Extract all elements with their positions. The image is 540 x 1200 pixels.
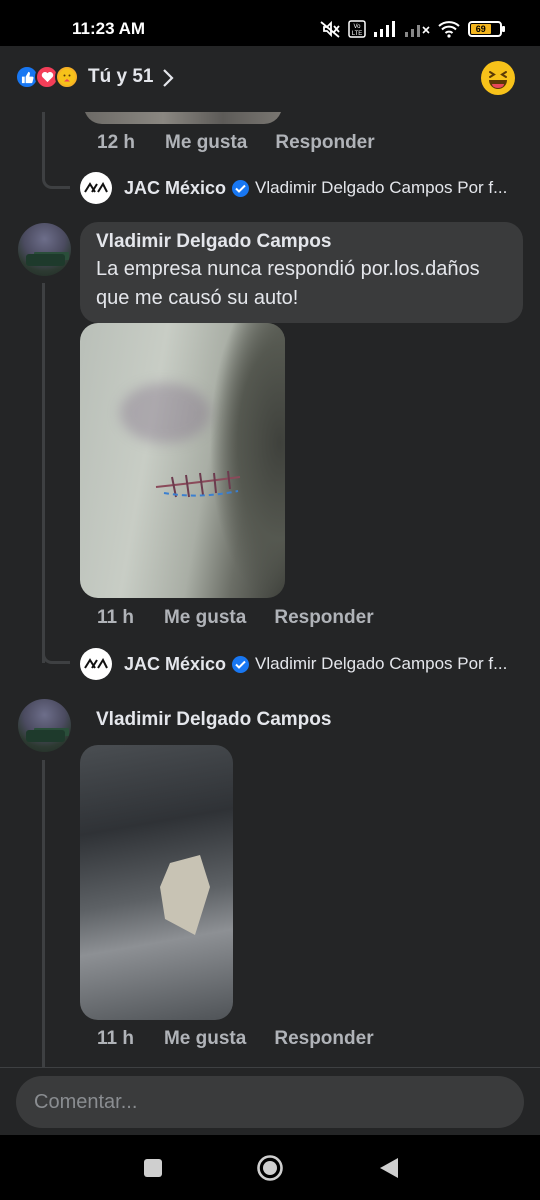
volte-icon: VoLTE (348, 20, 366, 38)
reply-button[interactable]: Responder (274, 1028, 373, 1050)
battery-level: 69 (471, 24, 491, 34)
comment-photo[interactable] (80, 323, 285, 598)
signal-2-icon (405, 25, 430, 37)
system-nav-bar (0, 1135, 540, 1200)
svg-text:Vo: Vo (353, 24, 361, 30)
back-button[interactable] (376, 1155, 402, 1181)
home-button[interactable] (256, 1154, 284, 1182)
battery-icon: 69 (468, 21, 505, 37)
avatar[interactable] (18, 699, 71, 752)
comment-composer (0, 1067, 540, 1135)
verified-badge-icon (232, 179, 250, 197)
comment-text: La empresa nunca respondió por.los.daños… (96, 258, 480, 309)
thread-line (42, 760, 45, 1067)
reply-preview[interactable]: JAC México Vladimir Delgado Campos Por f… (80, 648, 507, 680)
status-time: 11:23 AM (72, 19, 146, 38)
like-button[interactable]: Me gusta (164, 1028, 246, 1050)
laughing-emoji-icon[interactable] (481, 61, 515, 95)
reply-preview-text: Vladimir Delgado Campos Por f... (255, 178, 508, 197)
care-icon (55, 65, 79, 89)
reply-author[interactable]: JAC México (124, 178, 226, 199)
comment-time: 11 h (97, 607, 134, 628)
thread-connector (42, 112, 70, 189)
status-bar: 11:23 AM Vo LTE 69 (0, 0, 540, 46)
comment-meta: 11 h Me gusta Responder (97, 1028, 374, 1050)
reply-button[interactable]: Responder (275, 132, 374, 154)
comment-author[interactable]: Vladimir Delgado Campos (96, 231, 507, 253)
comment-time: 11 h (97, 1028, 134, 1049)
reply-author[interactable]: JAC México (124, 654, 226, 675)
avatar[interactable] (18, 223, 71, 276)
jac-logo-icon (80, 172, 112, 204)
comment-input[interactable] (16, 1076, 524, 1128)
comment-photo[interactable] (80, 745, 233, 1020)
like-button[interactable]: Me gusta (165, 132, 247, 154)
reply-preview[interactable]: JAC México Vladimir Delgado Campos Por f… (80, 172, 507, 204)
reply-button[interactable]: Responder (274, 607, 373, 629)
comment-meta: 12 h Me gusta Responder (97, 132, 375, 154)
reply-preview-text: Vladimir Delgado Campos Por f... (255, 654, 508, 673)
comment-meta: 11 h Me gusta Responder (97, 607, 374, 629)
wifi-icon (438, 21, 460, 38)
reactions-header[interactable]: Tú y 51 (0, 46, 540, 112)
reaction-summary[interactable]: Tú y 51 (88, 66, 153, 88)
like-button[interactable]: Me gusta (164, 607, 246, 629)
reaction-icons (15, 65, 79, 89)
chevron-right-icon[interactable] (162, 68, 174, 88)
signal-icon (374, 21, 395, 37)
thread-connector (42, 552, 70, 664)
recent-apps-button[interactable] (140, 1155, 166, 1181)
comment-thread: 12 h Me gusta Responder JAC México Vladi… (0, 112, 540, 1067)
jac-logo-icon (80, 648, 112, 680)
svg-text:LTE: LTE (352, 31, 363, 37)
status-icons: Vo LTE 69 (319, 20, 505, 38)
comment-time: 12 h (97, 132, 136, 153)
verified-badge-icon (232, 655, 250, 673)
mute-icon (320, 20, 340, 38)
comment-bubble[interactable]: Vladimir Delgado Campos La empresa nunca… (80, 222, 523, 323)
comment-author[interactable]: Vladimir Delgado Campos (96, 709, 331, 731)
previous-photo[interactable] (84, 112, 282, 124)
